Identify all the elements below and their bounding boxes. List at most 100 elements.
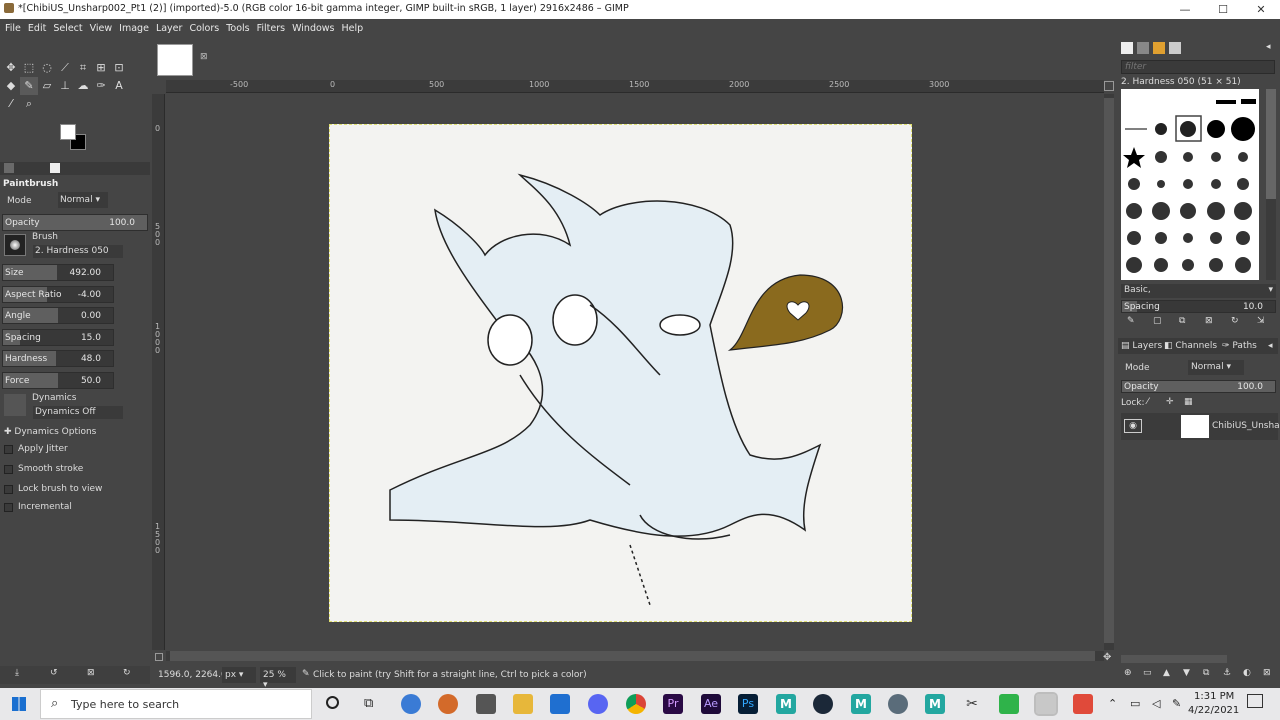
angle-slider[interactable]: Angle 0.00 <box>2 307 114 324</box>
color-picker-icon[interactable]: ⁄ <box>2 95 20 113</box>
minimize-button[interactable]: — <box>1166 0 1204 19</box>
brush-grid[interactable] <box>1121 89 1259 280</box>
paths-icon[interactable]: ✑ <box>92 77 110 95</box>
open-brush-as-image-icon[interactable]: ⇲ <box>1257 316 1265 326</box>
raise-layer-icon[interactable]: ▲ <box>1163 668 1170 678</box>
app-circle-icon[interactable] <box>888 694 908 714</box>
unified-transform-icon[interactable]: ⊞ <box>92 58 110 76</box>
task-view-icon[interactable]: ⧉ <box>364 696 373 711</box>
layers-scrollbar[interactable] <box>1121 655 1227 663</box>
menu-image[interactable]: Image <box>119 23 149 34</box>
menu-filters[interactable]: Filters <box>257 23 285 34</box>
lock-alpha-icon[interactable]: ▦ <box>1184 397 1193 407</box>
edge-icon[interactable] <box>401 694 421 714</box>
tab-layers[interactable]: ▤ Layers <box>1121 341 1162 351</box>
premiere-icon[interactable]: Pr <box>663 694 683 714</box>
delete-brush-icon[interactable]: ⊠ <box>1205 316 1213 326</box>
red-app-icon[interactable] <box>1073 694 1093 714</box>
brush-preview[interactable] <box>4 234 26 256</box>
file-explorer-icon[interactable] <box>513 694 533 714</box>
rect-select-icon[interactable]: ⬚ <box>20 58 38 76</box>
layer-visibility-icon[interactable]: ◉ <box>1124 419 1142 433</box>
hardness-slider[interactable]: Hardness 48.0 <box>2 350 114 367</box>
gimp-taskbar-icon[interactable] <box>1034 692 1058 716</box>
layers-dock-menu-icon[interactable]: ◂ <box>1268 341 1273 351</box>
clock-time[interactable]: 1:31 PM <box>1194 691 1234 702</box>
edit-brush-icon[interactable]: ✎ <box>1127 316 1135 326</box>
brush-filter-input[interactable] <box>1121 60 1275 74</box>
notifications-icon[interactable] <box>1247 694 1263 708</box>
image-tab-thumbnail[interactable] <box>157 44 193 76</box>
maximize-button[interactable]: ☐ <box>1204 0 1242 19</box>
brush-spacing-slider[interactable]: Spacing 10.0 <box>1121 300 1276 313</box>
close-button[interactable]: ✕ <box>1242 0 1280 19</box>
smooth-stroke-checkbox[interactable] <box>4 465 13 474</box>
incremental-checkbox[interactable] <box>4 503 13 512</box>
image-canvas[interactable] <box>329 124 912 622</box>
foreground-color-swatch[interactable] <box>60 124 76 140</box>
close-image-tab-icon[interactable]: ⊠ <box>200 52 208 62</box>
app-m2-icon[interactable]: M <box>851 694 871 714</box>
app-m-icon[interactable]: M <box>776 694 796 714</box>
layer-mode-select[interactable]: Normal ▾ <box>1188 360 1244 375</box>
lock-brush-checkbox[interactable] <box>4 485 13 494</box>
tab-paths[interactable]: ✑ Paths <box>1222 341 1257 351</box>
menu-tools[interactable]: Tools <box>226 23 249 34</box>
taskbar-search-box[interactable]: ⌕ Type here to search <box>40 689 312 719</box>
clock-date[interactable]: 4/22/2021 <box>1188 705 1239 716</box>
photoshop-icon[interactable]: Ps <box>738 694 758 714</box>
steam-icon[interactable] <box>813 694 833 714</box>
menu-windows[interactable]: Windows <box>292 23 334 34</box>
crop-icon[interactable]: ⌗ <box>74 59 92 77</box>
after-effects-icon[interactable]: Ae <box>701 694 721 714</box>
app-m3-icon[interactable]: M <box>925 694 945 714</box>
discord-icon[interactable] <box>588 694 608 714</box>
duplicate-brush-icon[interactable]: ⧉ <box>1179 316 1185 326</box>
mail-icon[interactable] <box>550 694 570 714</box>
document-history-tab-icon[interactable] <box>1169 42 1181 54</box>
menu-help[interactable]: Help <box>342 23 364 34</box>
zoom-icon[interactable]: ⌕ <box>20 95 38 113</box>
tray-chevron-icon[interactable]: ⌃ <box>1108 697 1117 710</box>
dock-menu-icon[interactable]: ◂ <box>1266 42 1271 52</box>
text-tool-icon[interactable]: A <box>110 77 128 95</box>
menu-colors[interactable]: Colors <box>189 23 219 34</box>
dynamics-options-expander[interactable]: ✚ Dynamics Options <box>4 427 96 437</box>
zoom-select[interactable]: 25 % ▾ <box>260 667 296 690</box>
brush-grid-scrollbar[interactable] <box>1266 89 1276 280</box>
restore-preset-icon[interactable]: ↺ <box>50 668 58 678</box>
spacing-slider[interactable]: Spacing 15.0 <box>2 329 114 346</box>
reset-icon[interactable]: ↻ <box>123 668 131 678</box>
menu-edit[interactable]: Edit <box>28 23 46 34</box>
dynamics-preview[interactable] <box>4 394 26 416</box>
eraser-icon[interactable]: ▱ <box>38 77 56 95</box>
brushes-tab-icon[interactable] <box>1121 42 1133 54</box>
vertical-scrollbar[interactable] <box>1104 94 1114 650</box>
navigate-icon[interactable]: ✥ <box>1103 652 1111 663</box>
images-tab-icon[interactable] <box>50 163 60 173</box>
lock-pixels-icon[interactable]: ⁄ <box>1147 397 1149 407</box>
apply-jitter-checkbox[interactable] <box>4 445 13 454</box>
tab-channels[interactable]: ◧ Channels <box>1164 341 1217 351</box>
anchor-layer-icon[interactable]: ⚓ <box>1223 668 1231 678</box>
lower-layer-icon[interactable]: ▼ <box>1183 668 1190 678</box>
bucket-fill-icon[interactable]: ◆ <box>2 77 20 95</box>
zoom-image-toggle-icon[interactable] <box>1104 81 1114 91</box>
horizontal-scrollbar[interactable] <box>166 651 1104 661</box>
layer-opacity-slider[interactable]: Opacity 100.0 <box>1121 380 1276 393</box>
network-icon[interactable]: ▭ <box>1130 697 1140 710</box>
delete-layer-icon[interactable]: ⊠ <box>1263 668 1271 678</box>
tool-options-tab-icon[interactable] <box>4 163 14 173</box>
refresh-brushes-icon[interactable]: ↻ <box>1231 316 1239 326</box>
fuzzy-select-icon[interactable]: ⟋ <box>56 59 74 77</box>
new-brush-icon[interactable]: ▢ <box>1153 316 1162 326</box>
move-tool-icon[interactable]: ✥ <box>2 58 20 76</box>
menu-view[interactable]: View <box>90 23 113 34</box>
new-layer-icon[interactable]: ⊕ <box>1124 668 1132 678</box>
duplicate-layer-icon[interactable]: ⧉ <box>1203 668 1209 678</box>
windows-start-icon[interactable] <box>12 697 26 711</box>
chrome-icon[interactable] <box>626 694 646 714</box>
layer-row[interactable]: ◉ ChibiUS_Unsharp <box>1121 413 1280 440</box>
pen-icon[interactable]: ✎ <box>1172 697 1181 710</box>
unit-select[interactable]: px ▾ <box>222 667 256 683</box>
